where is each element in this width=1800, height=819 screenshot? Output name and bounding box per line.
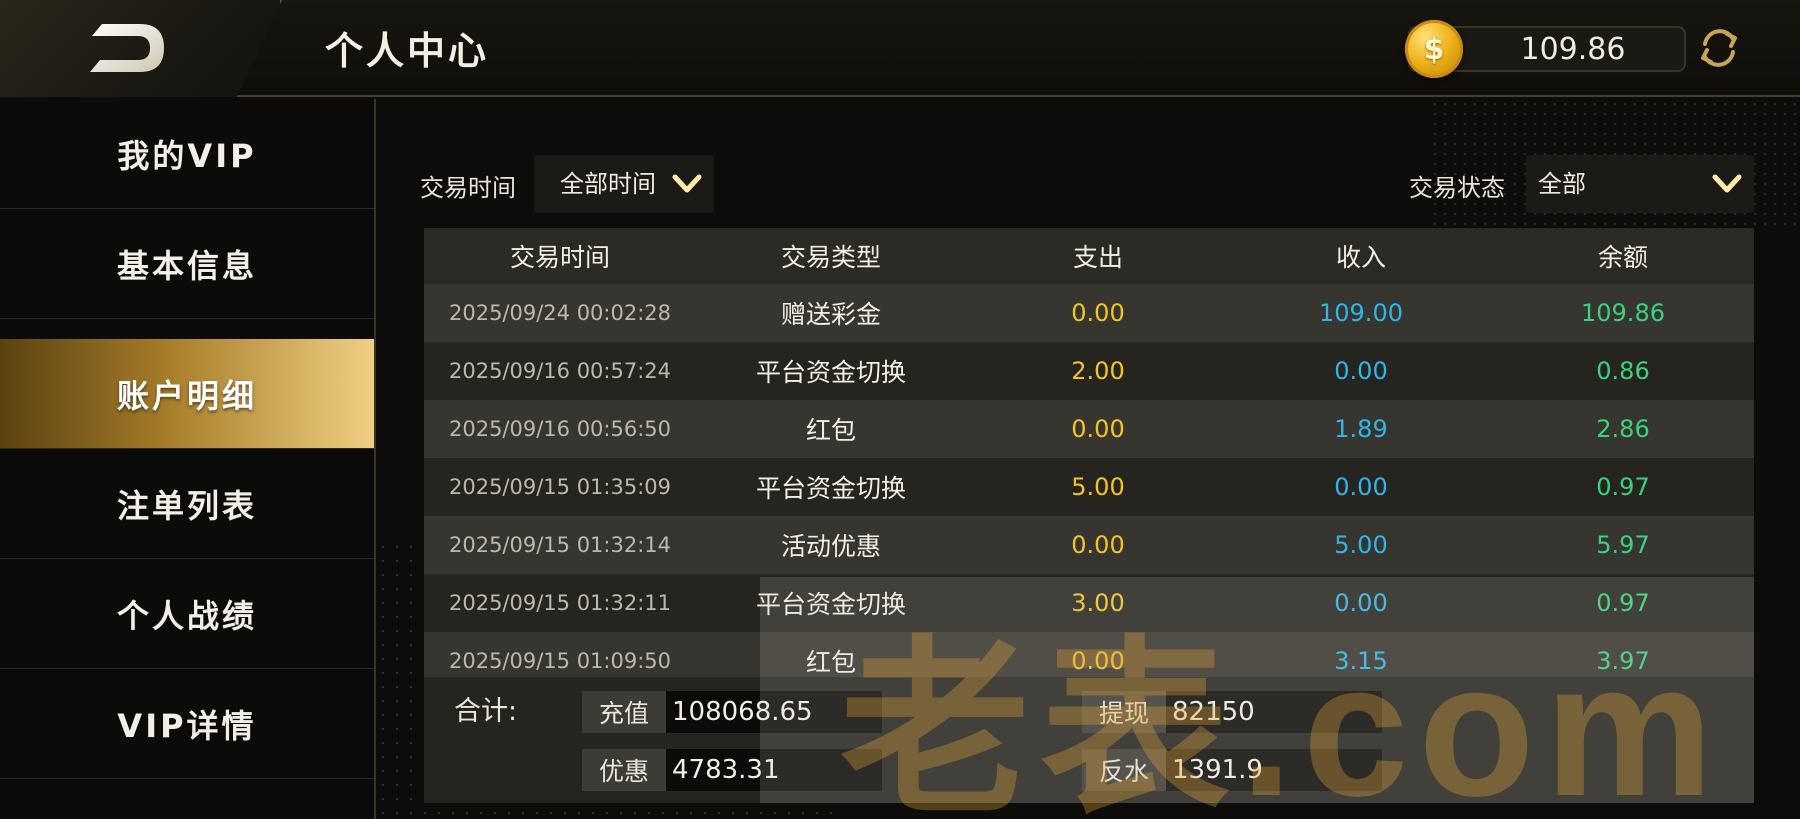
- table-row: 2025/09/24 00:02:28 赠送彩金 0.00 109.00 109…: [424, 284, 1754, 342]
- column-header-expense: 支出: [1072, 243, 1123, 272]
- cell-type: 活动优惠: [780, 532, 881, 561]
- cell-time: 2025/09/24 00:02:28: [448, 301, 672, 325]
- cell-income: 0.00: [1334, 589, 1388, 617]
- cell-income: 0.00: [1334, 357, 1388, 385]
- top-bar: 个人中心 $ 109.86: [0, 0, 1800, 97]
- promo-label: 优惠: [582, 749, 666, 791]
- time-filter-label: 交易时间: [420, 174, 516, 202]
- cell-type: 红包: [805, 416, 856, 445]
- table-header: 交易时间 交易类型 支出 收入 余额: [424, 228, 1754, 284]
- withdraw-value: 82150: [1166, 691, 1382, 733]
- cell-expense: 5.00: [1071, 473, 1125, 501]
- time-filter-select[interactable]: 全部时间: [534, 155, 714, 213]
- cell-type: 平台资金切换: [755, 358, 906, 387]
- column-header-type: 交易类型: [780, 243, 881, 272]
- refresh-button[interactable]: [1693, 22, 1745, 74]
- cell-expense: 0.00: [1071, 299, 1125, 327]
- table-row: 2025/09/15 01:32:14 活动优惠 0.00 5.00 5.97: [424, 516, 1754, 574]
- table-row: 2025/09/16 00:56:50 红包 0.00 1.89 2.86: [424, 400, 1754, 458]
- cell-expense: 3.00: [1071, 589, 1125, 617]
- table-row: 2025/09/16 00:57:24 平台资金切换 2.00 0.00 0.8…: [424, 342, 1754, 400]
- chevron-down-icon: [672, 174, 702, 193]
- cell-type: 平台资金切换: [755, 590, 906, 619]
- cell-balance: 0.86: [1596, 357, 1650, 385]
- sidebar-item-vip-details[interactable]: VIP详情: [0, 669, 374, 779]
- back-button[interactable]: [88, 22, 166, 74]
- coin-icon: $: [1405, 20, 1463, 78]
- cell-time: 2025/09/16 00:57:24: [448, 359, 672, 383]
- recharge-label: 充值: [582, 691, 666, 733]
- back-logo-icon: [90, 24, 164, 72]
- status-filter-select[interactable]: 全部: [1526, 155, 1754, 213]
- sidebar: 我的VIP 基本信息 账户明细 注单列表 个人战绩 VIP详情: [0, 99, 374, 819]
- cell-balance: 0.97: [1596, 589, 1650, 617]
- refresh-icon: [1701, 29, 1737, 67]
- cell-balance: 2.86: [1596, 415, 1650, 443]
- withdraw-label: 提现: [1082, 691, 1166, 733]
- cell-time: 2025/09/16 00:56:50: [448, 417, 672, 441]
- balance-value: 109.86: [1520, 32, 1626, 67]
- table-row: 2025/09/15 01:35:09 平台资金切换 5.00 0.00 0.9…: [424, 458, 1754, 516]
- totals-label: 合计:: [454, 696, 518, 727]
- cell-expense: 2.00: [1071, 357, 1125, 385]
- sidebar-item-basic-info[interactable]: 基本信息: [0, 209, 374, 319]
- status-filter-label: 交易状态: [1409, 174, 1505, 202]
- rebate-label: 反水: [1082, 749, 1166, 791]
- transactions-table: 交易时间 交易类型 支出 收入 余额 2025/09/24 00:02:28 赠…: [424, 228, 1754, 690]
- sidebar-item-my-vip[interactable]: 我的VIP: [0, 99, 374, 209]
- time-filter-value: 全部时间: [560, 170, 656, 198]
- chevron-down-icon: [1712, 174, 1742, 193]
- cell-time: 2025/09/15 01:35:09: [448, 475, 672, 499]
- status-filter-value: 全部: [1538, 170, 1586, 198]
- cell-time: 2025/09/15 01:32:11: [448, 591, 672, 615]
- cell-type: 赠送彩金: [780, 300, 881, 329]
- cell-income: 5.00: [1334, 531, 1388, 559]
- promo-value: 4783.31: [666, 749, 882, 791]
- cell-type: 平台资金切换: [755, 474, 906, 503]
- cell-income: 0.00: [1334, 473, 1388, 501]
- table-row: 2025/09/15 01:32:11 平台资金切换 3.00 0.00 0.9…: [424, 574, 1754, 632]
- cell-balance: 5.97: [1596, 531, 1650, 559]
- rebate-value: 1391.9: [1166, 749, 1382, 791]
- sidebar-item-account-details[interactable]: 账户明细: [0, 339, 374, 449]
- sidebar-item-bet-list[interactable]: 注单列表: [0, 449, 374, 559]
- cell-income: 109.00: [1319, 299, 1403, 327]
- column-header-time: 交易时间: [509, 243, 610, 272]
- cell-income: 1.89: [1334, 415, 1388, 443]
- sidebar-item-personal-record[interactable]: 个人战绩: [0, 559, 374, 669]
- page-title: 个人中心: [325, 29, 490, 73]
- column-header-income: 收入: [1335, 243, 1386, 272]
- recharge-value: 108068.65: [666, 691, 882, 733]
- cell-balance: 0.97: [1596, 473, 1650, 501]
- cell-time: 2025/09/15 01:32:14: [448, 533, 672, 557]
- cell-expense: 0.00: [1071, 531, 1125, 559]
- totals-panel: 合计: 充值 108068.65 提现 82150 优惠 4783.31 反水 …: [424, 677, 1754, 803]
- cell-balance: 109.86: [1581, 299, 1665, 327]
- column-header-balance: 余额: [1597, 243, 1648, 272]
- cell-expense: 0.00: [1071, 415, 1125, 443]
